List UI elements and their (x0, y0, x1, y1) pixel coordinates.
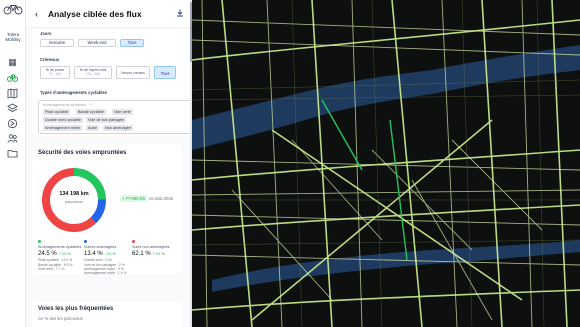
stat-value: 13.4 % - 0,1 % (84, 250, 128, 258)
bike-logo-icon (3, 5, 23, 15)
stat-title: Aménagements cyclables (38, 245, 82, 249)
creneau-creuses-button[interactable]: Heures creuses (116, 66, 150, 79)
route-icon[interactable] (7, 118, 18, 129)
frequentes-card: Voies les plus fréquentées Ce % des km p… (32, 302, 182, 327)
types-placeholder: Aménagements cyclables (43, 103, 87, 107)
stat-col-amenagements: Aménagements cyclables 24.5 % + 0,2 % Pi… (38, 240, 82, 271)
stat-value: 62.1 % + 0,1 % (132, 250, 176, 258)
download-icon[interactable] (176, 9, 184, 19)
analysis-panel: ‹ Analyse ciblée des flux Jours Semaine … (26, 0, 192, 327)
stat-value-text: 13.4 % (84, 251, 103, 258)
layers-icon[interactable] (7, 103, 18, 114)
street-network (192, 0, 580, 327)
tag-piste-cyclable[interactable]: Piste cyclable (43, 109, 71, 115)
types-select[interactable]: Aménagements cyclables ⓘ Piste cyclable … (38, 100, 192, 134)
stat-detail: Voie verte : 7.7 % (38, 266, 65, 271)
jours-semaine-button[interactable]: Semaine (40, 39, 74, 47)
tag-non-amenagee[interactable]: Non aménagée (103, 125, 133, 131)
map-icon[interactable] (7, 88, 18, 99)
securite-card: Sécurité des voies empruntées 134 198 km… (32, 144, 182, 275)
tag-double-sens[interactable]: Double sens cyclable (43, 117, 83, 123)
stat-col-non-amenagees: Voies non aménagées 62.1 % + 0,1 % (132, 240, 176, 258)
creneau-creuses-title: Heures creuses (121, 71, 145, 75)
stat-value-text: 62.1 % (132, 251, 151, 258)
stat-value: 24.5 % + 0,2 % (38, 250, 82, 258)
page-title: Analyse ciblée des flux (48, 9, 142, 19)
creneau-tous-title: Tous (160, 71, 170, 76)
compare-text: vs août 2025 (149, 196, 173, 201)
creneau-tous-button[interactable]: Tous (154, 66, 176, 79)
bike-icon[interactable] (7, 72, 18, 83)
app-root: Tolera Mobility ▦ ‹ Analyse ciblée des f… (0, 0, 580, 327)
securite-donut: 134 198 km parcourus (40, 166, 108, 234)
creneau-pointe-button[interactable]: Hr de pointe 7h - 10h (40, 66, 70, 79)
brand-name: Tolera Mobility (5, 32, 21, 42)
frequentes-subtitle: Ce % des km parcourus (38, 316, 83, 321)
tag-voie-bus[interactable]: Voie de bus partagée (86, 117, 126, 123)
stat-value-text: 24.5 % (38, 251, 57, 258)
legend-dot (132, 240, 135, 243)
stat-delta: + 0,2 % (58, 252, 71, 257)
frequentes-title: Voies les plus fréquentées (38, 306, 114, 312)
tag-amenagement-mixte[interactable]: Aménagement mixte (43, 125, 82, 131)
trend-badge: + 77 000 km (120, 195, 148, 202)
tag-bande-cyclable[interactable]: Bande cyclable (76, 109, 106, 115)
stat-detail: Aménagement mixte : 1.5 % (84, 271, 127, 276)
creneau-apresmidi-sub: 10h - 16h (85, 72, 101, 77)
creneau-pointe-sub: 7h - 10h (48, 72, 62, 77)
donut-total-value: 134 198 km (59, 191, 89, 197)
arrow-left-icon[interactable]: ‹ (35, 9, 38, 19)
stat-delta: - 0,1 % (104, 252, 116, 257)
users-icon[interactable] (7, 133, 18, 144)
stat-title: Voies non aménagées (132, 245, 170, 249)
info-icon: ⓘ (89, 103, 93, 107)
donut-total-unit: parcourus (65, 199, 83, 204)
icon-rail: Tolera Mobility ▦ (0, 0, 26, 327)
stat-title: Voiries aménagées (84, 245, 117, 249)
grid-icon[interactable]: ▦ (7, 57, 18, 68)
tag-voie-verte[interactable]: Voie verte (112, 109, 133, 115)
jours-tous-button[interactable]: Tous (120, 39, 144, 47)
panel-header: ‹ Analyse ciblée des flux (26, 0, 192, 28)
stat-col-voiries: Voiries aménagées 13.4 % - 0,1 % Double … (84, 240, 128, 275)
tag-autre[interactable]: Autre (86, 125, 100, 131)
jours-weekend-button[interactable]: Week-end (78, 39, 116, 47)
creneaux-label: Créneaux (40, 57, 60, 62)
legend-dot (38, 240, 41, 243)
securite-title: Sécurité des voies empruntées (38, 150, 127, 156)
creneau-apresmidi-button[interactable]: Hr de l'après-midi 10h - 16h (74, 66, 112, 79)
legend-dot (84, 240, 87, 243)
types-label: Types d'aménagements cyclables (40, 90, 108, 95)
folder-icon[interactable] (7, 148, 18, 159)
jours-label: Jours (40, 31, 52, 36)
stat-delta: + 0,1 % (152, 252, 165, 257)
map-canvas[interactable] (192, 0, 580, 327)
